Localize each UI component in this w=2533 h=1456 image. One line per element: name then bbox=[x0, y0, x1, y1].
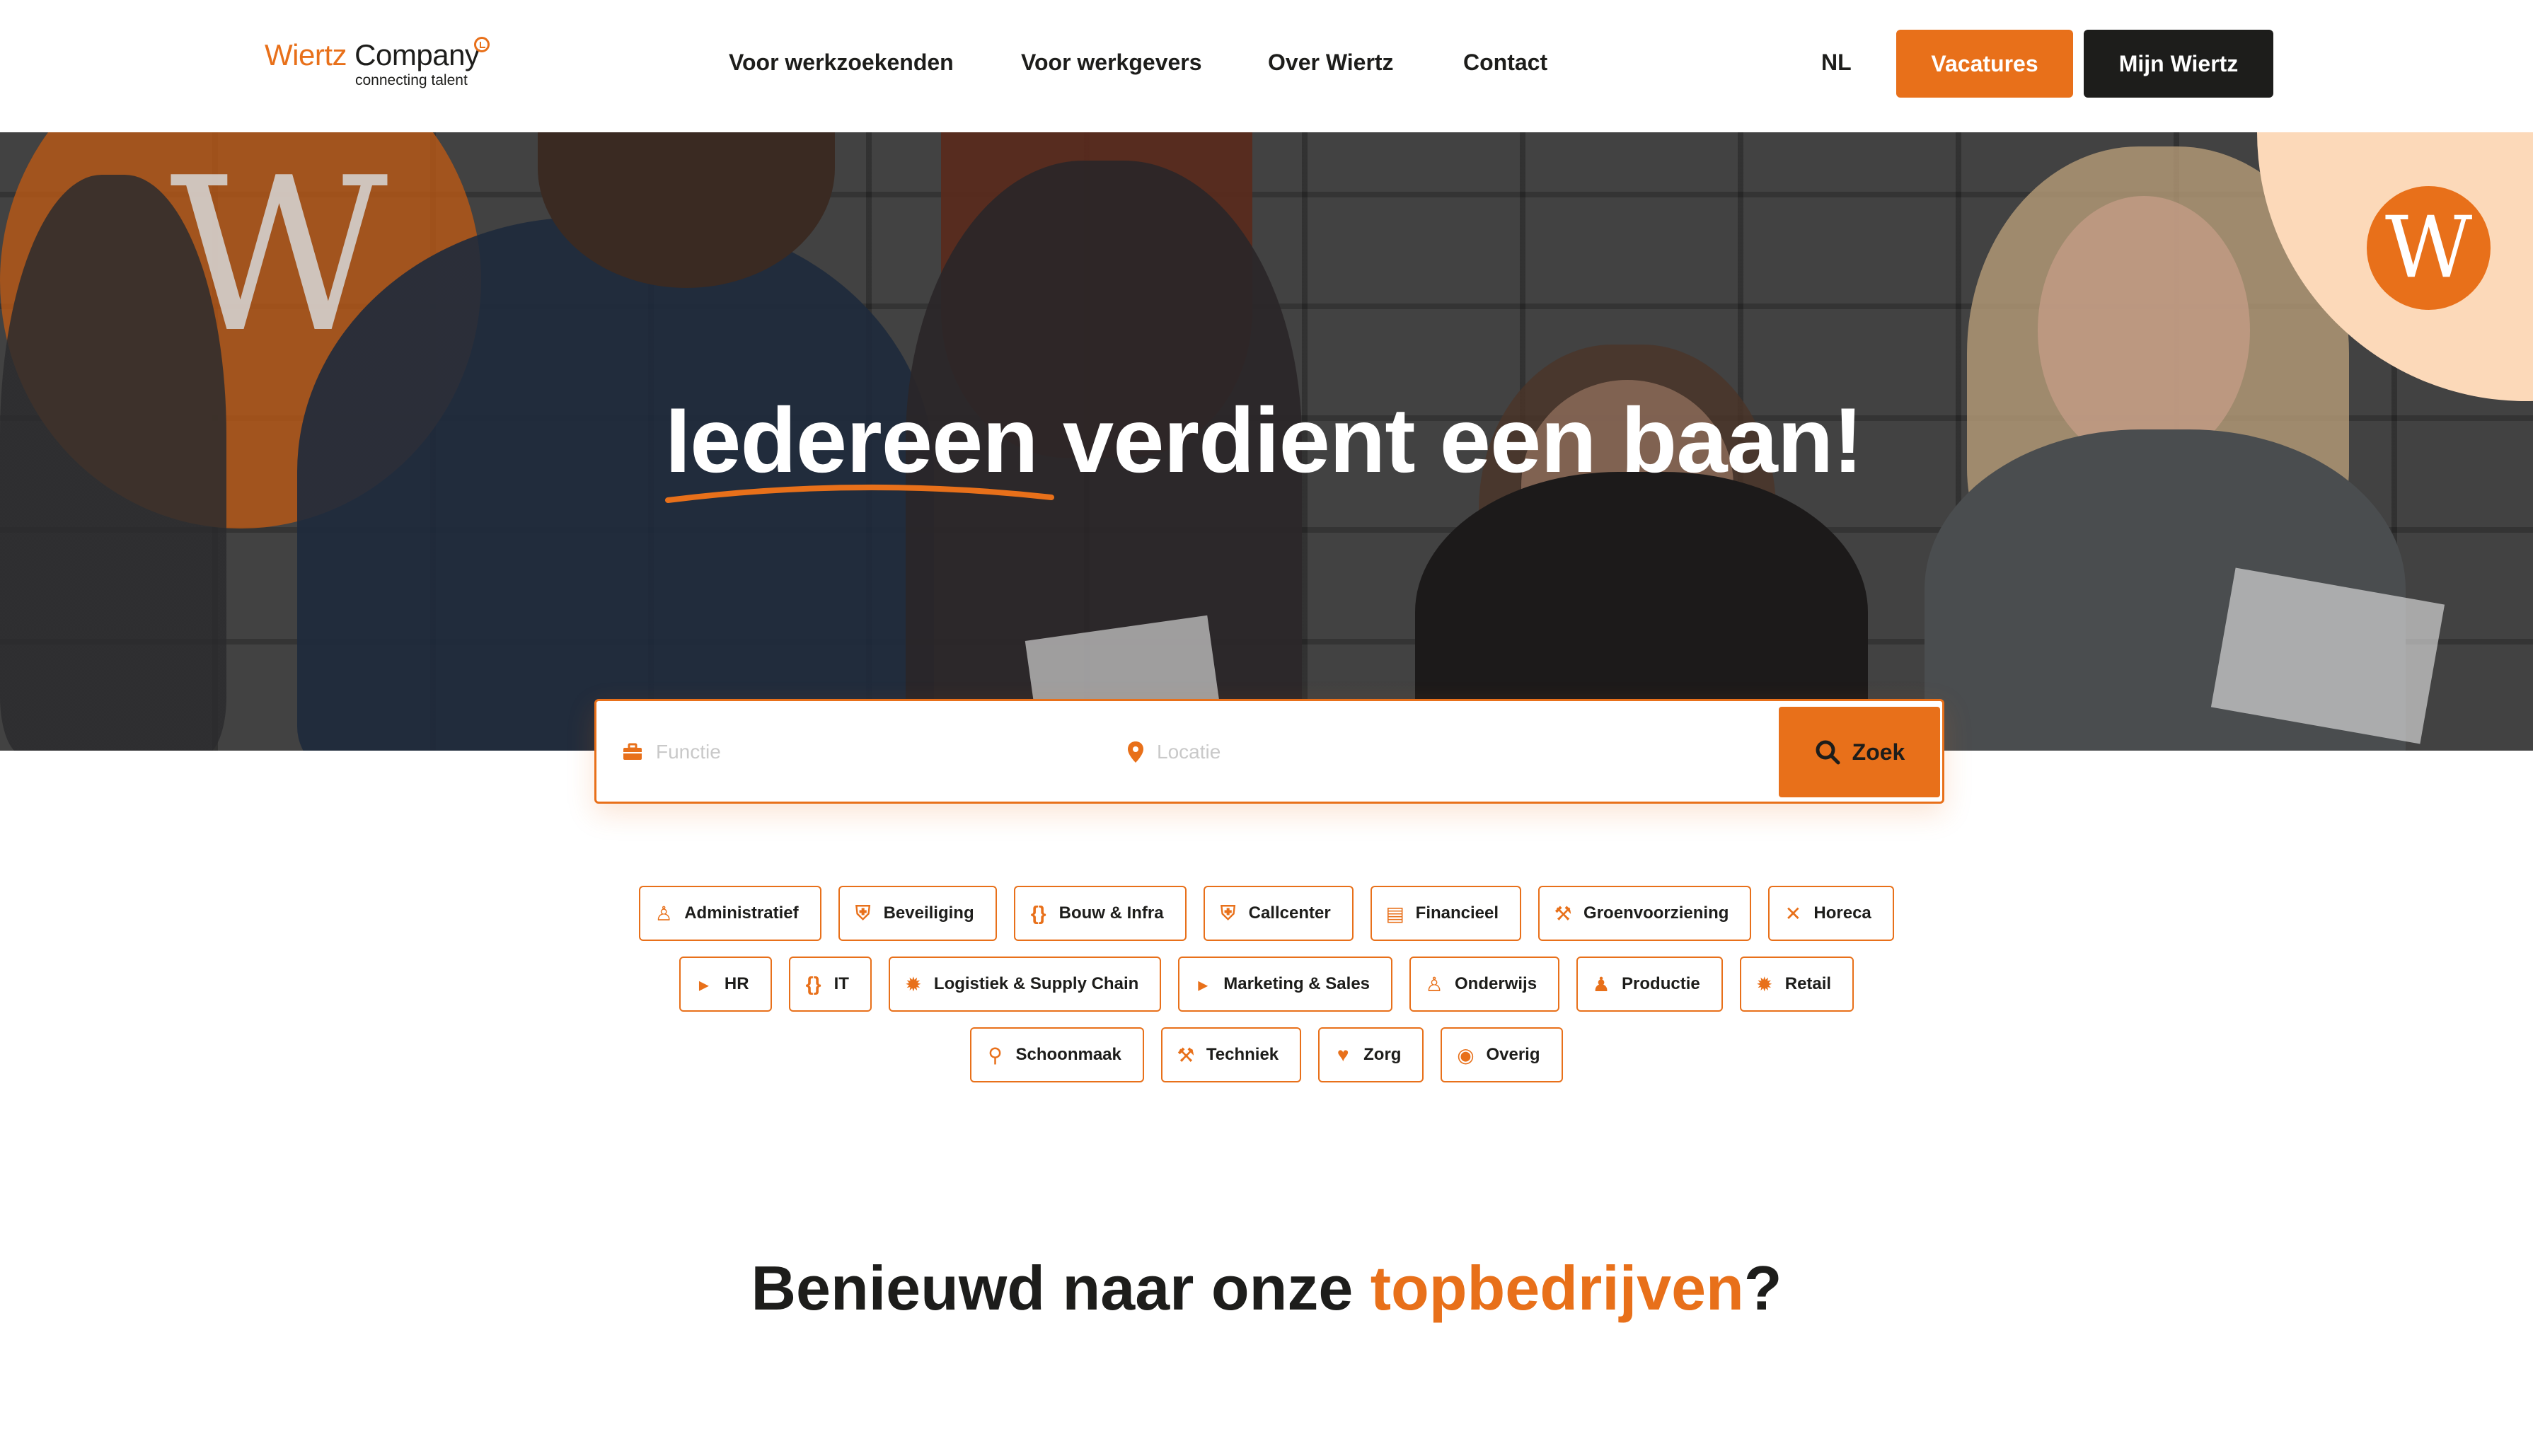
category-marketing-sales[interactable]: ▸ Marketing & Sales bbox=[1178, 957, 1393, 1012]
location-input[interactable] bbox=[1157, 741, 1553, 763]
hero-title: Iedereen verdient een baan! bbox=[665, 387, 1864, 493]
category-zorg[interactable]: ♥ Zorg bbox=[1318, 1027, 1424, 1082]
nav-over-wiertz[interactable]: Over Wiertz bbox=[1268, 50, 1394, 76]
hero-person bbox=[0, 175, 226, 751]
teacher-icon: ♙ bbox=[1425, 973, 1443, 995]
gear-badge-icon: ✹ bbox=[1756, 973, 1773, 995]
category-row: ▸ HR {} IT ✹ Logistiek & Supply Chain ▸ Mark… bbox=[0, 957, 2533, 1012]
map-pin-icon bbox=[1128, 741, 1143, 763]
topbedrijven-heading: Benieuwd naar onze topbedrijven? bbox=[751, 1253, 1782, 1323]
hero-person bbox=[2038, 196, 2250, 465]
function-field bbox=[622, 722, 1075, 782]
nav-contact[interactable]: Contact bbox=[1463, 50, 1547, 76]
nav-voor-werkgevers[interactable]: Voor werkgevers bbox=[1021, 50, 1202, 76]
location-field bbox=[1127, 722, 1580, 782]
category-onderwijs[interactable]: ♙ Onderwijs bbox=[1409, 957, 1560, 1012]
category-it[interactable]: {} IT bbox=[788, 957, 872, 1012]
category-overig[interactable]: ◉ Overig bbox=[1441, 1027, 1563, 1082]
person-desk-icon: ♙ bbox=[654, 902, 673, 925]
tools-icon: ⚒ bbox=[1554, 902, 1572, 925]
job-search-bar: Zoek bbox=[594, 699, 1944, 804]
category-retail[interactable]: ✹ Retail bbox=[1739, 957, 1854, 1012]
category-bouw-infra[interactable]: {} Bouw & Infra bbox=[1013, 886, 1187, 941]
utensils-icon: ✕ bbox=[1784, 902, 1802, 925]
code-braces-icon: {} bbox=[805, 973, 821, 995]
logo-tagline: connecting talent bbox=[355, 72, 468, 88]
vacatures-button[interactable]: Vacatures bbox=[1896, 30, 2073, 98]
function-input[interactable] bbox=[656, 741, 1052, 763]
category-row: ♙ Administratief ⛨ Beveiliging {} Bouw & In… bbox=[0, 886, 2533, 941]
category-groenvoorziening[interactable]: ⚒ Groenvoorziening bbox=[1538, 886, 1752, 941]
hero-underline-swoosh bbox=[665, 484, 1054, 503]
category-schoonmaak[interactable]: ⚲ Schoonmaak bbox=[970, 1027, 1144, 1082]
megaphone-icon: ▸ bbox=[698, 973, 709, 995]
logo-wordmark: Wiertz Company bbox=[265, 38, 480, 71]
search-button[interactable]: Zoek bbox=[1779, 707, 1940, 797]
category-logistiek-supply-chain[interactable]: ✹ Logistiek & Supply Chain bbox=[888, 957, 1162, 1012]
category-row: ⚲ Schoonmaak ⚒ Techniek ♥ Zorg ◉ Overig bbox=[0, 1027, 2533, 1082]
money-icon: ▤ bbox=[1385, 902, 1404, 925]
tools-icon: ⚒ bbox=[1177, 1044, 1195, 1066]
category-callcenter[interactable]: ⛨ Callcenter bbox=[1203, 886, 1354, 941]
mijn-wiertz-button[interactable]: Mijn Wiertz bbox=[2084, 30, 2273, 98]
category-hr[interactable]: ▸ HR bbox=[679, 957, 772, 1012]
hero-banner: W W Iedereen verdient een baan! bbox=[0, 132, 2533, 751]
hero-title-highlight: Iedereen bbox=[665, 388, 1039, 492]
category-techniek[interactable]: ⚒ Techniek bbox=[1160, 1027, 1302, 1082]
hero-w-badge: W bbox=[2367, 186, 2491, 310]
wiertz-logo[interactable]: Wiertz Company connecting talent bbox=[265, 34, 498, 98]
gear-badge-icon: ✹ bbox=[905, 973, 922, 995]
category-administratief[interactable]: ♙ Administratief bbox=[639, 886, 821, 941]
category-financieel[interactable]: ▤ Financieel bbox=[1370, 886, 1522, 941]
search-button-label: Zoek bbox=[1852, 739, 1905, 765]
worker-icon: ♟ bbox=[1592, 973, 1610, 995]
shield-icon: ⛨ bbox=[1221, 901, 1236, 924]
logo-mark-icon bbox=[474, 37, 490, 52]
spray-icon: ⚲ bbox=[988, 1044, 1003, 1066]
topbedrijven-highlight: topbedrijven bbox=[1370, 1253, 1744, 1323]
megaphone-icon: ▸ bbox=[1198, 973, 1208, 995]
shield-icon: ⛨ bbox=[855, 901, 871, 924]
site-header: Wiertz Company connecting talent Voor we… bbox=[0, 0, 2533, 132]
hero-title-rest: verdient een baan! bbox=[1062, 388, 1864, 492]
code-braces-icon: {} bbox=[1030, 902, 1046, 924]
category-beveiliging[interactable]: ⛨ Beveiliging bbox=[838, 886, 997, 941]
globe-icon: ◉ bbox=[1457, 1044, 1475, 1066]
care-icon: ♥ bbox=[1337, 1044, 1349, 1065]
category-horeca[interactable]: ✕ Horeca bbox=[1768, 886, 1894, 941]
search-icon bbox=[1816, 740, 1840, 765]
briefcase-icon bbox=[623, 743, 642, 760]
category-productie[interactable]: ♟ Productie bbox=[1576, 957, 1723, 1012]
nav-voor-werkzoekenden[interactable]: Voor werkzoekenden bbox=[729, 50, 954, 76]
language-switch[interactable]: NL bbox=[1821, 50, 1852, 76]
